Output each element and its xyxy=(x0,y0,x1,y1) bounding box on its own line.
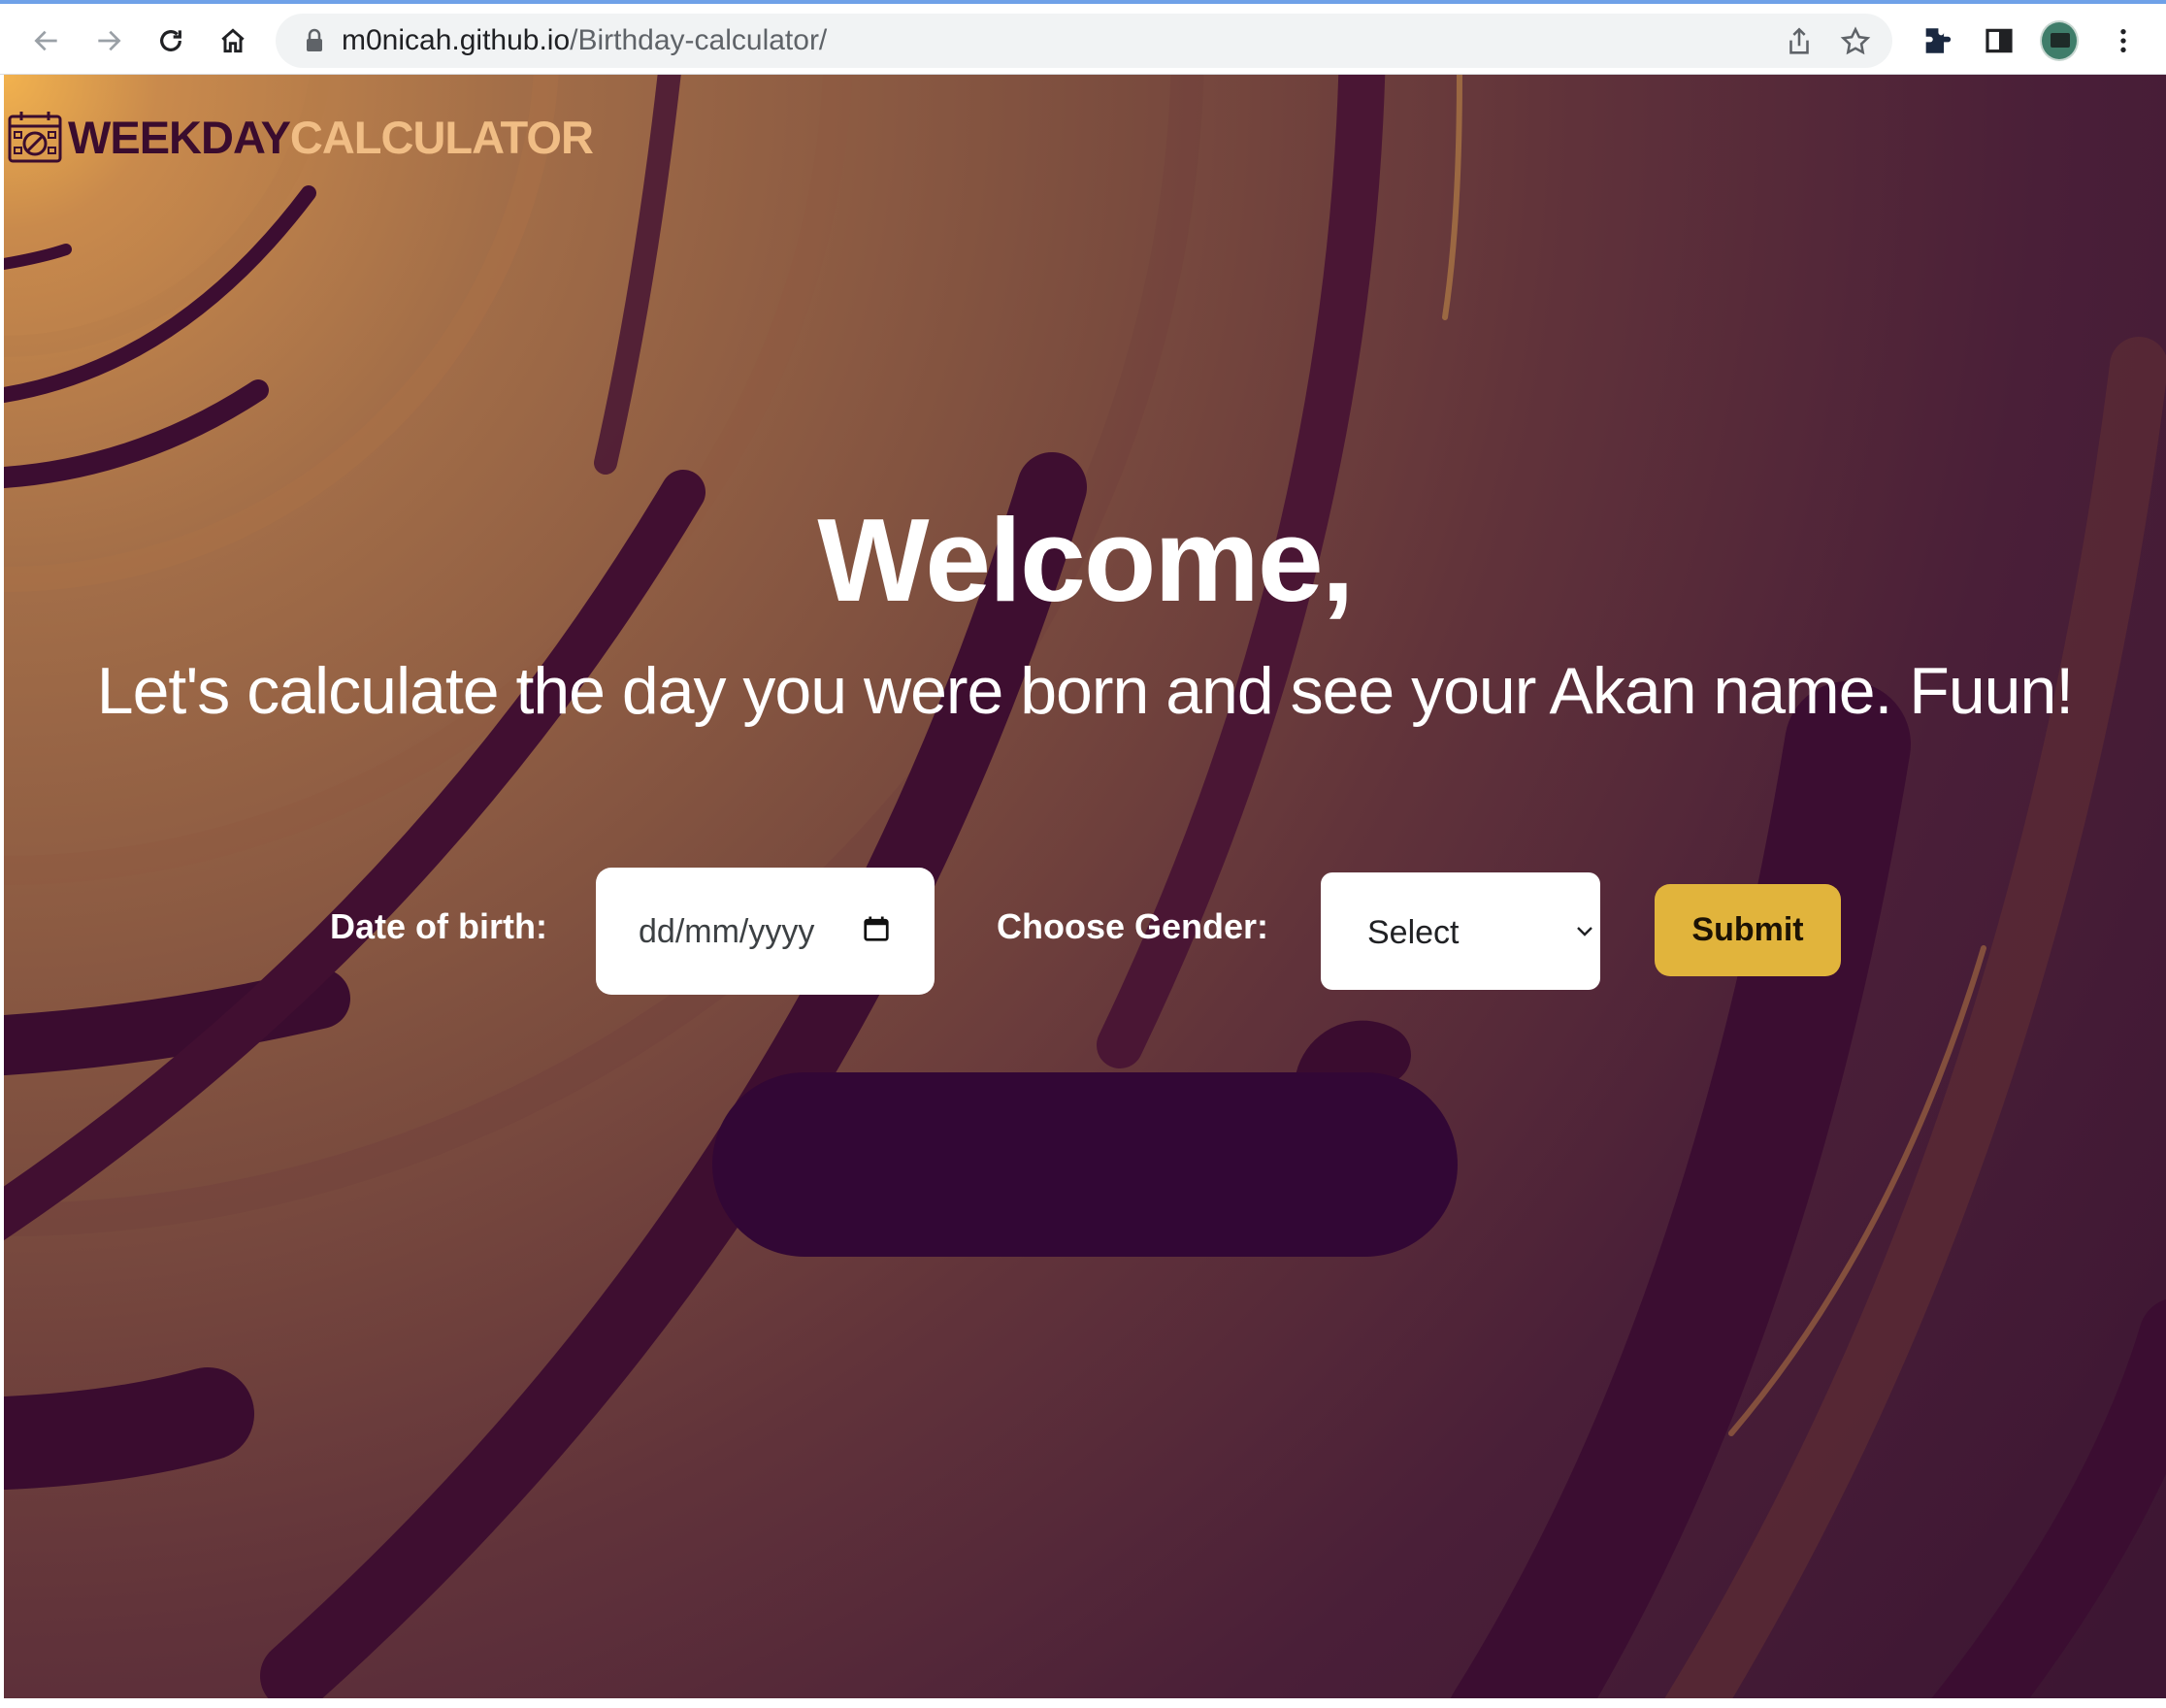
share-icon[interactable] xyxy=(1783,25,1816,58)
logo-text-calculator: CALCULATOR xyxy=(289,112,594,163)
page-title: Welcome, xyxy=(817,494,1354,626)
url-host: m0nicah.github.io xyxy=(342,24,571,56)
chevron-down-icon xyxy=(1577,927,1592,936)
calendar-icon xyxy=(8,112,62,163)
calendar-picker-icon[interactable] xyxy=(862,914,891,943)
page-subtitle: Let's calculate the day you were born an… xyxy=(96,654,2074,728)
logo-text-weekday: WEEKDAY xyxy=(68,112,291,163)
forward-icon[interactable] xyxy=(87,19,130,62)
address-bar[interactable]: m0nicah.github.io/Birthday-calculator/ xyxy=(276,14,1892,68)
profile-avatar[interactable] xyxy=(2040,20,2079,61)
site-logo[interactable]: WEEKDAY CALCULATOR xyxy=(6,109,594,167)
more-menu-icon[interactable] xyxy=(2104,21,2143,60)
page-viewport: WEEKDAY CALCULATOR Welcome, Let's calcula… xyxy=(4,75,2166,1698)
gender-selected-value: Select xyxy=(1367,914,1460,951)
gender-select[interactable]: Select xyxy=(1321,872,1600,990)
extensions-icon[interactable] xyxy=(1918,21,1956,60)
back-icon[interactable] xyxy=(25,19,68,62)
date-placeholder: dd/mm/yyyy xyxy=(639,913,815,950)
url-text[interactable]: m0nicah.github.io/Birthday-calculator/ xyxy=(342,26,827,55)
home-icon[interactable] xyxy=(212,19,254,62)
bookmark-star-icon[interactable] xyxy=(1839,25,1872,58)
page-bottom-edge xyxy=(0,1698,2166,1708)
reload-icon[interactable] xyxy=(149,19,192,62)
lock-icon[interactable] xyxy=(305,28,324,53)
browser-toolbar: m0nicah.github.io/Birthday-calculator/ xyxy=(0,0,2166,75)
dob-label: Date of birth: xyxy=(330,906,547,946)
date-of-birth-input[interactable]: dd/mm/yyyy xyxy=(596,868,935,995)
avatar xyxy=(2040,20,2079,61)
background-arcs xyxy=(4,75,2166,1698)
result-display xyxy=(712,1072,1458,1257)
submit-button[interactable]: Submit xyxy=(1655,884,1841,976)
side-panel-icon[interactable] xyxy=(1980,21,2018,60)
gender-label: Choose Gender: xyxy=(997,906,1269,946)
url-path: /Birthday-calculator/ xyxy=(570,24,828,56)
